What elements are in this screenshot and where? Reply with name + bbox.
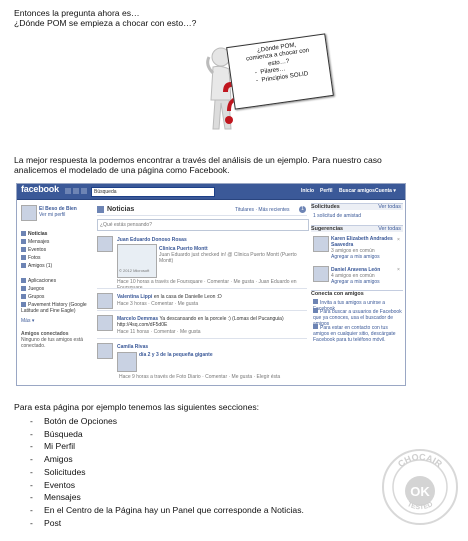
games-icon (21, 286, 26, 292)
section-item: - Botón de Opciones (30, 416, 118, 426)
news-feed-title: Noticias (107, 206, 135, 213)
chocair-ok-tested-stamp: CHOCAIR OK TESTED (382, 449, 458, 525)
map-copyright: © 2012 Microsoft (119, 268, 150, 273)
add-friend-link[interactable]: Agregar a mis amigos (331, 254, 380, 260)
requests-header: Solicitudes Ver todas (311, 203, 403, 210)
question-sign: ¿Dónde POM, comienza a chocar con esto…?… (226, 33, 334, 110)
facebook-logo[interactable]: facebook (21, 185, 59, 194)
post-text: en la casa de Danielle Leon :D (153, 294, 222, 300)
post-author[interactable]: Juan Eduardo Donoso Rosas (117, 237, 187, 243)
facebook-screenshot: facebook Búsqueda Inicio Perfil Buscar a… (16, 183, 406, 386)
messages-icon[interactable] (73, 188, 79, 194)
post-avatar[interactable] (97, 343, 113, 359)
paragraph-line-2: analicemos el modelado de una página com… (14, 165, 230, 175)
photos-icon (21, 255, 26, 261)
news-feed-icon (21, 231, 26, 237)
section-item: - Mensajes (30, 492, 81, 503)
left-nav-photos[interactable]: Fotos (21, 255, 41, 261)
online-friends-text: Ninguno de tus amigos está conectado. (21, 337, 83, 349)
feed-divider (97, 215, 307, 216)
friends-icon (21, 263, 26, 269)
nav-home[interactable]: Inicio (301, 188, 314, 194)
post-avatar[interactable] (97, 293, 113, 309)
connect-mobile-item[interactable]: Para estar en contacto con tus amigos en… (313, 324, 403, 343)
post-photo[interactable] (117, 352, 137, 372)
find-friends-icon (313, 308, 318, 313)
post-subtext: Juan Eduardo just checked in! @ Clinica … (159, 252, 297, 264)
post-meta: Hace 11 horas · Comentar · Me gusta (117, 329, 201, 335)
connect-header: Conecta con amigos (311, 290, 403, 297)
suggestions-title: Sugerencias (311, 226, 344, 232)
mobile-icon (313, 324, 318, 329)
post-divider (97, 338, 307, 339)
post-album-title[interactable]: día 2 y 3 de la pequeña gigante (139, 352, 213, 358)
left-nav-news-feed[interactable]: Noticias (21, 231, 47, 237)
left-nav-events[interactable]: Eventos (21, 247, 46, 253)
post-divider (97, 288, 307, 289)
app-icon (21, 302, 26, 308)
events-icon (21, 247, 26, 253)
sections-list: - Botón de Opciones - Búsqueda - Mi Perfil … (30, 415, 304, 529)
add-friend-link[interactable]: Agregar a mis amigos (331, 279, 380, 285)
section-item: - En el Centro de la Página hay un Panel … (30, 504, 304, 515)
invite-icon (313, 299, 318, 304)
paragraph-line-1: La mejor respuesta la podemos encontrar … (14, 155, 382, 165)
messages-nav-icon (21, 239, 26, 245)
facebook-top-bar: facebook Búsqueda Inicio Perfil Buscar a… (17, 184, 405, 200)
groups-icon (21, 294, 26, 300)
post-divider (97, 310, 307, 311)
section-item: - Post (30, 517, 62, 528)
friend-requests-icon[interactable] (65, 188, 71, 194)
requests-view-all-link[interactable]: Ver todas (378, 204, 401, 210)
post-author[interactable]: Valentina Lippi (117, 294, 152, 300)
requests-title: Solicitudes (311, 204, 340, 210)
section-item: - Solicitudes (30, 466, 86, 477)
left-nav-friends[interactable]: Amigos (1) (21, 263, 52, 269)
left-nav-games[interactable]: Juegos (21, 286, 44, 292)
nav-find-friends[interactable]: Buscar amigos (339, 188, 375, 194)
suggestion-avatar[interactable] (313, 266, 329, 282)
friend-request-item[interactable]: 1 solicitud de amistad (313, 213, 361, 219)
view-profile-link[interactable]: Ver mi perfil (39, 212, 65, 218)
intro-line-1: Entonces la pregunta ahora es… (14, 8, 140, 18)
feed-count-badge: 1 (299, 206, 306, 213)
post-meta: Hace 10 horas a través de Foursquare · C… (117, 279, 297, 291)
nav-profile[interactable]: Perfil (320, 188, 333, 194)
intro-line-2: ¿Dónde POM se empieza a chocar con esto…… (14, 18, 197, 28)
dismiss-icon[interactable]: × (397, 237, 400, 243)
nav-account-options[interactable]: Cuenta ▾ (375, 188, 396, 194)
post-header: Marcelo Demmas Ya descansando en la porc… (117, 316, 307, 328)
notifications-icon[interactable] (81, 188, 87, 194)
left-nav-groups[interactable]: Grupos (21, 294, 44, 300)
status-input[interactable]: ¿Qué estás pensando? (97, 219, 309, 231)
left-nav-more[interactable]: Más ▾ (21, 318, 34, 324)
stamp-center-text: OK (410, 484, 430, 499)
post-meta: Hace 3 horas · Comentar · Me gusta (117, 301, 199, 307)
suggestions-view-all-link[interactable]: Ver todas (378, 226, 401, 232)
suggestions-header: Sugerencias Ver todas (311, 225, 403, 232)
section-item: - Eventos (30, 479, 76, 490)
suggestion-avatar[interactable] (313, 236, 329, 252)
news-feed-icon-header (97, 206, 104, 213)
left-nav-messages[interactable]: Mensajes (21, 239, 49, 245)
suggestion-name[interactable]: Karen Elizabeth Andrades Saavedra (331, 236, 399, 248)
section-item: - Amigos (30, 454, 73, 465)
post-avatar[interactable] (97, 315, 113, 331)
profile-avatar[interactable] (21, 205, 37, 221)
feed-sort-tabs[interactable]: Titulares · Más recientes (235, 207, 290, 213)
section-item: - Búsqueda (30, 428, 83, 439)
left-nav-apps[interactable]: Aplicaciones (21, 278, 56, 284)
post-header: Valentina Lippi en la casa de Danielle L… (117, 294, 307, 300)
left-nav-app-item[interactable]: Pavement History (Google Latitude and Fi… (21, 302, 87, 314)
dismiss-icon[interactable]: × (397, 267, 400, 273)
apps-icon (21, 278, 26, 284)
sections-intro: Para esta página por ejemplo tenemos las… (14, 402, 260, 412)
post-author[interactable]: Camila Rivas (117, 344, 148, 350)
section-item: - Mi Perfil (30, 441, 76, 452)
search-input[interactable]: Búsqueda (91, 187, 215, 197)
post-avatar[interactable] (97, 236, 113, 252)
post-meta: Hace 9 horas a través de Foto Diario · C… (119, 374, 281, 380)
